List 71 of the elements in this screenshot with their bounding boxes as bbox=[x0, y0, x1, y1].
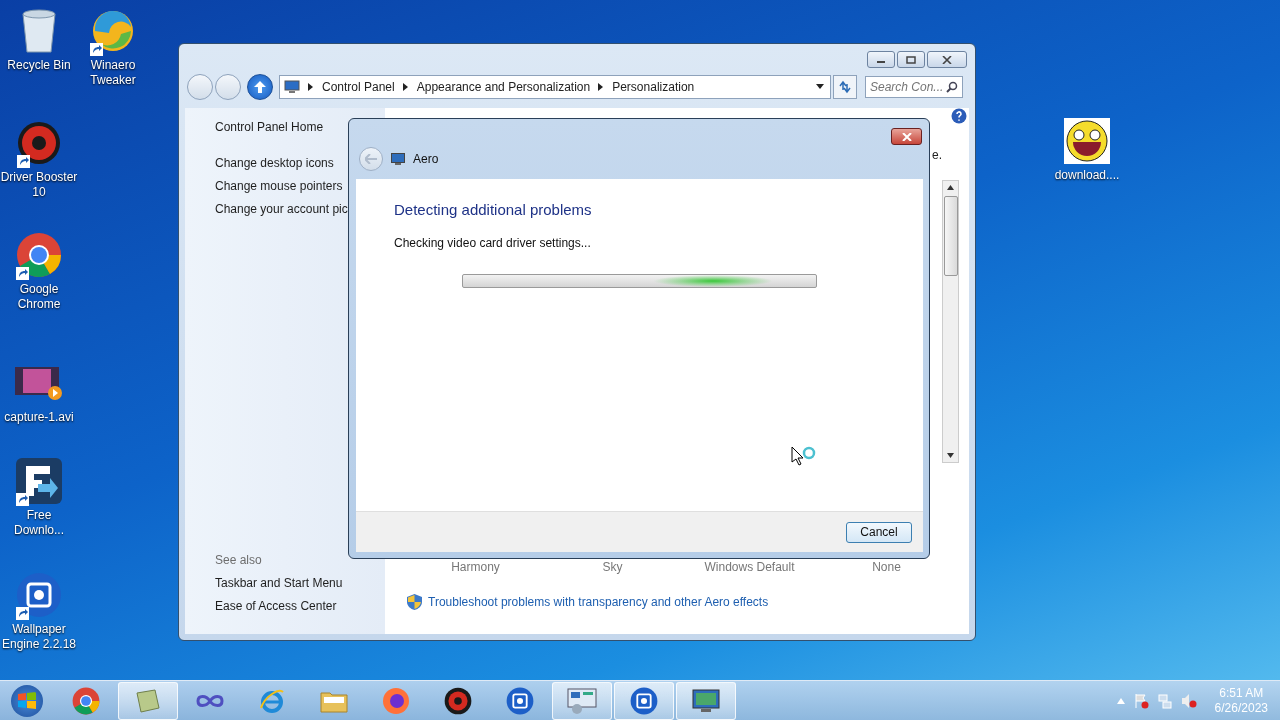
see-also-heading: See also bbox=[215, 552, 263, 569]
up-arrow-icon bbox=[253, 80, 267, 94]
breadcrumb[interactable]: Personalization bbox=[612, 80, 695, 94]
close-icon bbox=[942, 55, 952, 64]
sidebar-link[interactable]: Taskbar and Start Menu bbox=[215, 572, 385, 595]
speaker-muted-icon[interactable] bbox=[1180, 693, 1197, 709]
scroll-down-icon[interactable] bbox=[947, 453, 954, 458]
monitor-icon bbox=[692, 689, 720, 713]
address-bar[interactable]: Control Panel Appearance and Personalization Personalization bbox=[279, 75, 831, 99]
scroll-up-icon[interactable] bbox=[947, 185, 954, 190]
desktop-icon-label[interactable]: capture-1.avi bbox=[4, 410, 74, 425]
search-icon bbox=[946, 81, 958, 93]
taskbar-button[interactable] bbox=[552, 682, 612, 720]
dropdown-arrow-icon[interactable] bbox=[816, 84, 824, 90]
maximize-button[interactable] bbox=[897, 51, 925, 68]
taskbar-button[interactable] bbox=[614, 682, 674, 720]
control-panel-icon bbox=[567, 687, 597, 715]
description-text: e. bbox=[932, 148, 942, 162]
chevron-icon bbox=[598, 83, 605, 91]
monitor-icon bbox=[284, 80, 300, 94]
desktop-icon-label[interactable]: Free Downlo... bbox=[0, 508, 78, 538]
monitor-icon bbox=[391, 153, 405, 165]
theme-label[interactable]: Harmony bbox=[451, 560, 500, 574]
breadcrumb[interactable]: Appearance and Personalization bbox=[416, 80, 591, 94]
theme-label[interactable]: Windows Default bbox=[704, 560, 795, 574]
refresh-button[interactable] bbox=[833, 75, 857, 99]
folder-icon bbox=[320, 689, 348, 713]
theme-label[interactable]: Sky bbox=[602, 560, 623, 574]
taskbar-button[interactable] bbox=[676, 682, 736, 720]
troubleshoot-link[interactable]: Troubleshoot problems with transparency and other Aero effects bbox=[428, 595, 769, 609]
firefox-icon bbox=[382, 687, 410, 715]
video-thumbnail-icon[interactable] bbox=[15, 365, 63, 401]
sidebar-link[interactable]: Ease of Access Center bbox=[215, 595, 385, 618]
desktop-icon-label[interactable]: download.... bbox=[1054, 168, 1120, 183]
chevron-icon bbox=[308, 83, 314, 91]
maximize-icon bbox=[906, 55, 916, 64]
swirl-icon[interactable] bbox=[90, 8, 136, 54]
chrome-icon[interactable] bbox=[16, 232, 62, 278]
desktop-icon-label[interactable]: Driver Booster 10 bbox=[0, 170, 78, 200]
close-icon bbox=[901, 132, 912, 141]
desktop-icon-label[interactable]: Winaero Tweaker bbox=[74, 58, 152, 88]
close-button[interactable] bbox=[927, 51, 967, 68]
desktop-icon-label[interactable]: Google Chrome bbox=[0, 282, 78, 312]
up-button[interactable] bbox=[247, 74, 273, 100]
dialog-title: Aero bbox=[413, 152, 439, 166]
refresh-icon bbox=[838, 80, 852, 94]
status-text: Checking video card driver settings... bbox=[394, 236, 592, 250]
dialog-heading: Detecting additional problems bbox=[394, 201, 593, 218]
theme-label[interactable]: None bbox=[872, 560, 901, 574]
cancel-button[interactable]: Cancel bbox=[846, 521, 912, 543]
busy-cursor-icon bbox=[791, 446, 817, 468]
desktop-icon-label[interactable]: Wallpaper Engine 2.2.18 bbox=[0, 622, 78, 652]
breadcrumb[interactable]: Control Panel bbox=[322, 80, 395, 94]
minimize-button[interactable] bbox=[867, 51, 895, 68]
smiley-icon[interactable] bbox=[1064, 118, 1110, 164]
scroll-thumb[interactable] bbox=[943, 196, 958, 276]
flag-icon[interactable] bbox=[1132, 693, 1149, 709]
shield-icon bbox=[407, 594, 422, 610]
chevron-icon bbox=[402, 83, 409, 91]
notepad-icon bbox=[135, 689, 161, 713]
back-arrow-icon bbox=[365, 154, 377, 164]
help-icon[interactable] bbox=[951, 108, 967, 124]
scrollbar[interactable] bbox=[942, 180, 959, 463]
infinity-icon bbox=[195, 693, 225, 709]
windows-logo-icon bbox=[11, 685, 43, 717]
chrome-icon bbox=[72, 687, 100, 715]
close-button[interactable] bbox=[891, 128, 922, 145]
browser-e-icon bbox=[259, 688, 285, 714]
search-field[interactable]: Search Con... bbox=[865, 76, 963, 98]
desktop-icon-label[interactable]: Recycle Bin bbox=[7, 58, 71, 73]
recycle-bin-icon[interactable] bbox=[19, 8, 59, 54]
